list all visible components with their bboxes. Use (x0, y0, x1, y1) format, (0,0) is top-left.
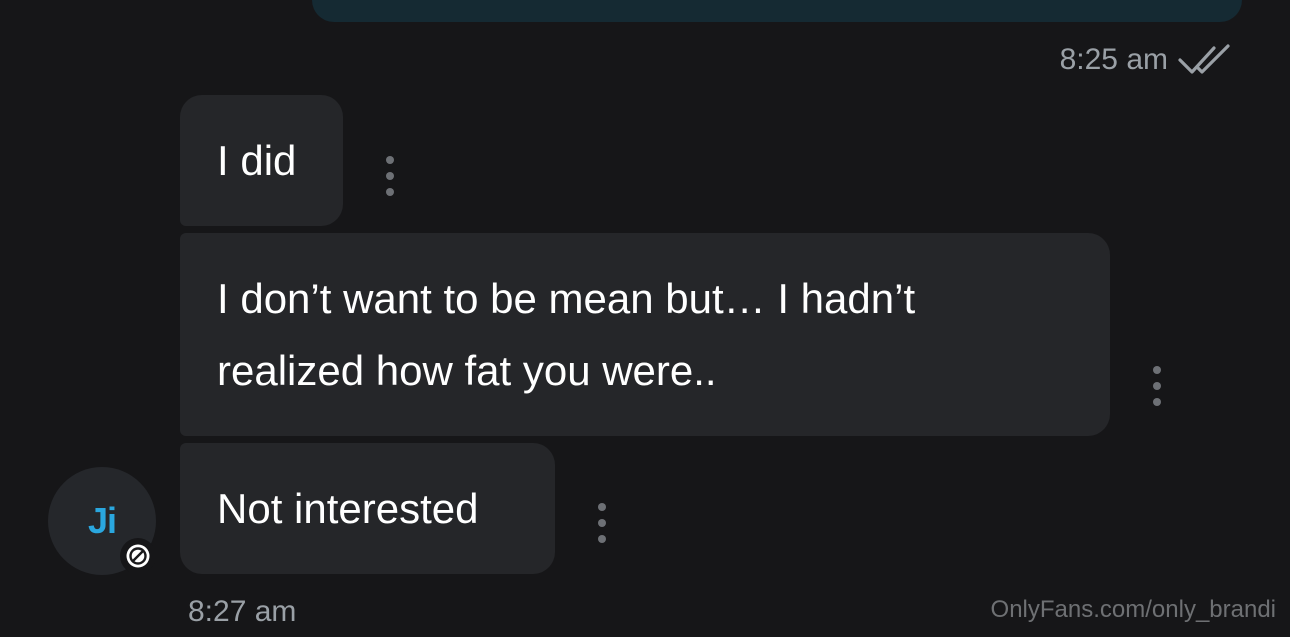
more-vertical-icon[interactable] (1147, 366, 1167, 406)
message-text: I don’t want to be mean but… I hadn’t re… (217, 263, 915, 407)
chat-screen: 8:25 am I did I don’t want to be mean bu… (0, 0, 1290, 637)
received-message-time: 8:27 am (188, 595, 297, 628)
more-vertical-icon[interactable] (592, 503, 612, 543)
blocked-icon (126, 544, 150, 568)
sent-message-meta: 8:25 am (1060, 40, 1232, 80)
status-badge (120, 538, 156, 574)
watermark: OnlyFans.com/only_brandi (990, 596, 1276, 623)
avatar-initials: Ji (87, 500, 117, 541)
message-bubble[interactable]: I don’t want to be mean but… I hadn’t re… (180, 233, 1110, 436)
message-text: I did (217, 136, 297, 184)
sent-message-bubble[interactable] (312, 0, 1242, 22)
message-bubble[interactable]: Not interested (180, 443, 555, 574)
message-bubble[interactable]: I did (180, 95, 343, 226)
sent-message-time: 8:25 am (1059, 43, 1168, 76)
more-vertical-icon[interactable] (380, 156, 400, 196)
double-check-icon (1178, 44, 1230, 74)
message-text-line: realized how fat you were.. (217, 346, 717, 394)
message-text-line: I don’t want to be mean but… I hadn’t (217, 274, 916, 322)
message-text: Not interested (217, 484, 479, 532)
